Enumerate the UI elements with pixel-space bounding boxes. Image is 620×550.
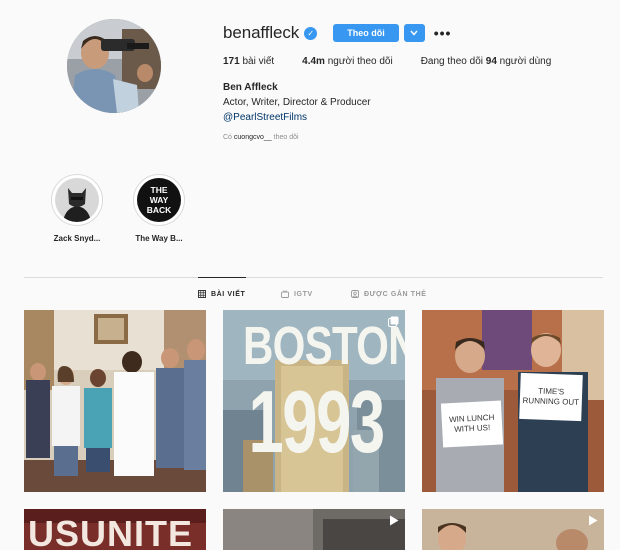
highlight-cover bbox=[55, 178, 99, 222]
post-text-usunite: USUNITE bbox=[28, 513, 194, 550]
grid-icon bbox=[198, 290, 206, 298]
video-play-icon bbox=[589, 515, 598, 526]
profile-stats: 171 bài viết 4.4m người theo dõi Đang th… bbox=[223, 56, 579, 67]
igtv-icon bbox=[281, 290, 289, 298]
bio-link[interactable]: @PearlStreetFilms bbox=[223, 112, 307, 123]
tab-posts[interactable]: BÀI VIẾT bbox=[198, 290, 245, 298]
followed-by[interactable]: Có cuongcvo__ theo dõi bbox=[223, 134, 299, 141]
profile-avatar[interactable] bbox=[67, 19, 161, 113]
post-tile[interactable] bbox=[422, 509, 604, 550]
active-tab-indicator bbox=[198, 277, 246, 278]
post-text-year: 1993 bbox=[248, 372, 385, 471]
username: benaffleck bbox=[223, 23, 300, 42]
avatar-photo bbox=[67, 19, 161, 113]
tab-igtv[interactable]: IGTV bbox=[281, 290, 313, 298]
post-photo bbox=[24, 310, 206, 492]
highlight-label: The Way B... bbox=[135, 234, 183, 243]
highlight-label: Zack Snyd... bbox=[53, 234, 101, 243]
more-options-icon[interactable]: ••• bbox=[434, 25, 452, 41]
sign-right: TIME'S RUNNING OUT bbox=[519, 372, 583, 422]
highlight-cover: THE WAY BACK bbox=[137, 178, 181, 222]
follow-button[interactable]: Theo dõi bbox=[333, 24, 399, 42]
post-tile[interactable]: BOSTON 1993 bbox=[223, 310, 405, 492]
post-text-boston: BOSTON bbox=[243, 316, 405, 376]
tab-tagged[interactable]: ĐƯỢC GẮN THẺ bbox=[351, 290, 427, 298]
chevron-down-icon bbox=[410, 30, 418, 36]
followers-count[interactable]: 4.4m người theo dõi bbox=[302, 56, 393, 67]
suggested-dropdown-button[interactable] bbox=[403, 24, 425, 42]
tagged-icon bbox=[351, 290, 359, 298]
posts-count: 171 bài viết bbox=[223, 56, 275, 67]
post-photo bbox=[223, 509, 405, 550]
verified-badge-icon: ✓ bbox=[304, 26, 318, 40]
following-count[interactable]: Đang theo dõi 94 người dùng bbox=[421, 56, 552, 67]
tabs-divider bbox=[24, 277, 603, 278]
username-row: benaffleck ✓ Theo dõi ••• bbox=[223, 22, 451, 44]
highlight-ring: THE WAY BACK bbox=[133, 174, 185, 226]
bio-text: Actor, Writer, Director & Producer bbox=[223, 97, 371, 108]
post-tile[interactable]: WIN LUNCH WITH US! TIME'S RUNNING OUT bbox=[422, 310, 604, 492]
sign-left: WIN LUNCH WITH US! bbox=[440, 400, 504, 448]
post-tile[interactable]: USUNITE bbox=[24, 509, 206, 550]
post-tile[interactable] bbox=[223, 509, 405, 550]
highlight-zack-snyder[interactable]: Zack Snyd... bbox=[38, 174, 116, 243]
highlight-the-way-back[interactable]: THE WAY BACK The Way B... bbox=[120, 174, 198, 243]
carousel-icon bbox=[388, 316, 399, 327]
post-tile[interactable] bbox=[24, 310, 206, 492]
highlight-ring bbox=[51, 174, 103, 226]
post-photo bbox=[422, 509, 604, 550]
full-name: Ben Affleck bbox=[223, 82, 278, 93]
video-play-icon bbox=[390, 515, 399, 526]
profile-tabs: BÀI VIẾT IGTV ĐƯỢC GẮN THẺ bbox=[0, 290, 620, 300]
